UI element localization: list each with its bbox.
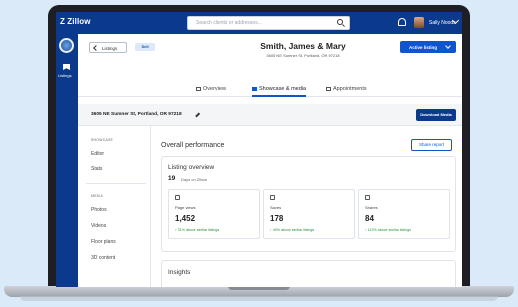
back-to-listings-button[interactable]: Listings: [89, 42, 127, 53]
stat-value: 84: [365, 214, 374, 223]
panel-title: Insights: [168, 269, 191, 276]
showcase-subnav: SHOWCASE Editor Stats MEDIA Photos Video…: [78, 126, 151, 287]
search-placeholder: Search clients or addresses...: [196, 20, 262, 26]
share-icon: [365, 195, 370, 200]
divider: [86, 183, 146, 184]
brand-badge-icon[interactable]: [59, 38, 74, 53]
main-panel: Listings Sell Smith, James & Mary 3605 N…: [78, 34, 462, 287]
subnav-item-3d-content[interactable]: 3D content: [91, 255, 115, 261]
stat-value: 178: [270, 214, 284, 223]
section-title: Overall performance: [161, 142, 225, 149]
stats-content: Overall performance Share report Listing…: [151, 126, 462, 287]
chevron-left-icon: [93, 45, 99, 51]
subnav-heading: MEDIA: [91, 194, 104, 198]
stat-trend: ↑ 31% above similar listings: [175, 228, 220, 232]
search-input[interactable]: Search clients or addresses...: [187, 16, 350, 30]
home-icon: [196, 87, 201, 91]
left-rail: Listings: [56, 34, 78, 287]
bell-icon[interactable]: [398, 18, 406, 26]
insights-panel: Insights: [161, 260, 456, 287]
avatar[interactable]: [414, 17, 424, 28]
active-listing-label: Active listing: [409, 44, 438, 50]
share-report-button[interactable]: Share report: [411, 139, 452, 151]
zillow-logo[interactable]: Z Zillow: [60, 17, 91, 26]
stat-value: 1,452: [175, 214, 196, 223]
active-listing-button[interactable]: Active listing: [400, 41, 456, 53]
subnav-item-videos[interactable]: Videos: [91, 223, 106, 229]
subnav-item-editor[interactable]: Editor: [91, 151, 104, 157]
heart-icon: [270, 195, 275, 200]
stat-card-page-views: Page views 1,452 ↑ 31% above similar lis…: [168, 189, 260, 239]
address-bar: 3605 NE Sumner St, Portland, OR 97218 Do…: [78, 104, 462, 126]
tab-label: Appointments: [333, 86, 367, 92]
stat-trend: ↑ 112% above similar listings: [365, 228, 411, 232]
subnav-item-stats[interactable]: Stats: [91, 166, 102, 172]
top-bar: Z Zillow Search clients or addresses... …: [56, 12, 462, 34]
stat-trend: ↑ 40% above similar listings: [270, 228, 315, 232]
stat-label: Page views: [175, 205, 196, 210]
pencil-icon[interactable]: [195, 112, 200, 118]
subnav-item-photos[interactable]: Photos: [91, 207, 107, 213]
tab-label: Showcase & media: [259, 86, 307, 92]
tab-overview[interactable]: Overview: [196, 86, 226, 97]
page-subtitle: 3605 NE Sumner St, Portland, OR 97218: [266, 53, 340, 58]
stat-label: Saves: [270, 205, 282, 210]
chevron-down-icon: [445, 43, 451, 49]
tab-showcase-media[interactable]: Showcase & media: [252, 86, 307, 97]
tab-bar: Overview Showcase & media Appointments: [78, 83, 462, 97]
calendar-icon: [326, 87, 331, 91]
stat-card-shares: Shares 84 ↑ 112% above similar listings: [358, 189, 450, 239]
stat-card-saves: Saves 178 ↑ 40% above similar listings: [263, 189, 355, 239]
download-media-button[interactable]: Download Media: [416, 109, 456, 121]
subnav-heading: SHOWCASE: [91, 138, 114, 142]
listing-overview-panel: Listing overview 19 Days on Zillow Page …: [161, 156, 456, 252]
rail-item-listings[interactable]: Listings: [58, 73, 72, 78]
laptop-shadow: [20, 296, 498, 301]
days-on-zillow-value: 19: [168, 175, 176, 182]
app-screen: Z Zillow Search clients or addresses... …: [56, 12, 462, 287]
days-on-zillow-label: Days on Zillow: [181, 177, 208, 182]
tab-label: Overview: [203, 86, 226, 92]
subnav-item-floor-plans[interactable]: Floor plans: [91, 239, 116, 245]
listing-address: 3605 NE Sumner St, Portland, OR 97218: [91, 112, 182, 117]
tab-appointments[interactable]: Appointments: [326, 86, 367, 97]
stat-label: Shares: [365, 205, 378, 210]
media-icon: [252, 87, 257, 91]
status-badge: Sell: [135, 43, 155, 51]
page-title: Smith, James & Mary: [260, 41, 346, 51]
bookmark-icon[interactable]: [63, 64, 70, 70]
eye-icon: [175, 195, 180, 200]
panel-title: Listing overview: [168, 164, 215, 171]
search-icon[interactable]: [337, 19, 343, 25]
back-label: Listings: [102, 46, 118, 51]
